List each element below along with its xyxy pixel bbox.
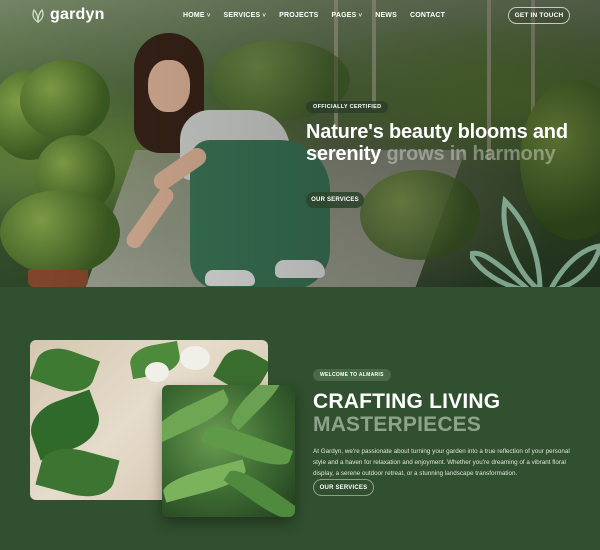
about-content: WELCOME TO ALMARIS CRAFTING LIVING MASTE…	[313, 363, 575, 496]
about-section: WELCOME TO ALMARIS CRAFTING LIVING MASTE…	[0, 287, 600, 550]
nav-label: HOME	[183, 12, 205, 19]
bush	[35, 135, 115, 215]
nav-item-news[interactable]: NEWS	[375, 12, 397, 19]
bush	[20, 60, 110, 140]
our-services-button[interactable]: OUR SERVICES	[306, 192, 364, 208]
top-navigation: gardyn HOME ˅ SERVICES ˅ PROJECTS PAGES …	[0, 0, 600, 34]
nav-label: PAGES	[331, 12, 357, 19]
bush	[360, 170, 480, 260]
nav-label: SERVICES	[223, 12, 261, 19]
hero-title-muted: grows in harmony	[386, 143, 556, 165]
leafy-plant-image	[162, 385, 295, 517]
about-description: At Gardyn, we're passionate about turnin…	[313, 448, 570, 477]
about-title: CRAFTING LIVING MASTERPIECES	[313, 390, 575, 436]
about-title-strong: CRAFTING LIVING	[313, 390, 501, 413]
hero-title: Nature's beauty blooms and serenity grow…	[306, 121, 576, 165]
leaf-outline-icon	[470, 196, 600, 287]
nav-label: CONTACT	[410, 12, 446, 19]
brand-name: gardyn	[50, 6, 105, 23]
main-menu: HOME ˅ SERVICES ˅ PROJECTS PAGES ˅ NEWS …	[183, 12, 458, 19]
bush	[0, 190, 120, 275]
leaf-logo-icon	[32, 8, 44, 23]
certified-badge: OFFICIALLY CERTIFIED	[306, 101, 389, 113]
nav-label: PROJECTS	[279, 12, 319, 19]
chevron-down-icon: ˅	[262, 12, 267, 19]
plant-pot	[28, 270, 88, 287]
nav-item-home[interactable]: HOME ˅	[183, 12, 211, 19]
hero-content: OFFICIALLY CERTIFIED Nature's beauty blo…	[306, 95, 576, 208]
our-services-button[interactable]: OUR SERVICES	[313, 479, 374, 496]
nav-label: NEWS	[375, 12, 397, 19]
nav-item-contact[interactable]: CONTACT	[410, 12, 445, 19]
get-in-touch-button[interactable]: GET IN TOUCH	[508, 7, 570, 24]
welcome-badge: WELCOME TO ALMARIS	[313, 369, 391, 381]
chevron-down-icon: ˅	[358, 12, 363, 19]
bush	[0, 70, 70, 160]
nav-item-pages[interactable]: PAGES ˅	[331, 12, 362, 19]
chevron-down-icon: ˅	[206, 12, 211, 19]
nav-item-services[interactable]: SERVICES ˅	[224, 12, 267, 19]
about-title-muted: MASTERPIECES	[313, 413, 482, 436]
brand-logo[interactable]: gardyn	[30, 6, 105, 24]
nav-item-projects[interactable]: PROJECTS	[279, 12, 318, 19]
garden-path	[84, 150, 466, 287]
